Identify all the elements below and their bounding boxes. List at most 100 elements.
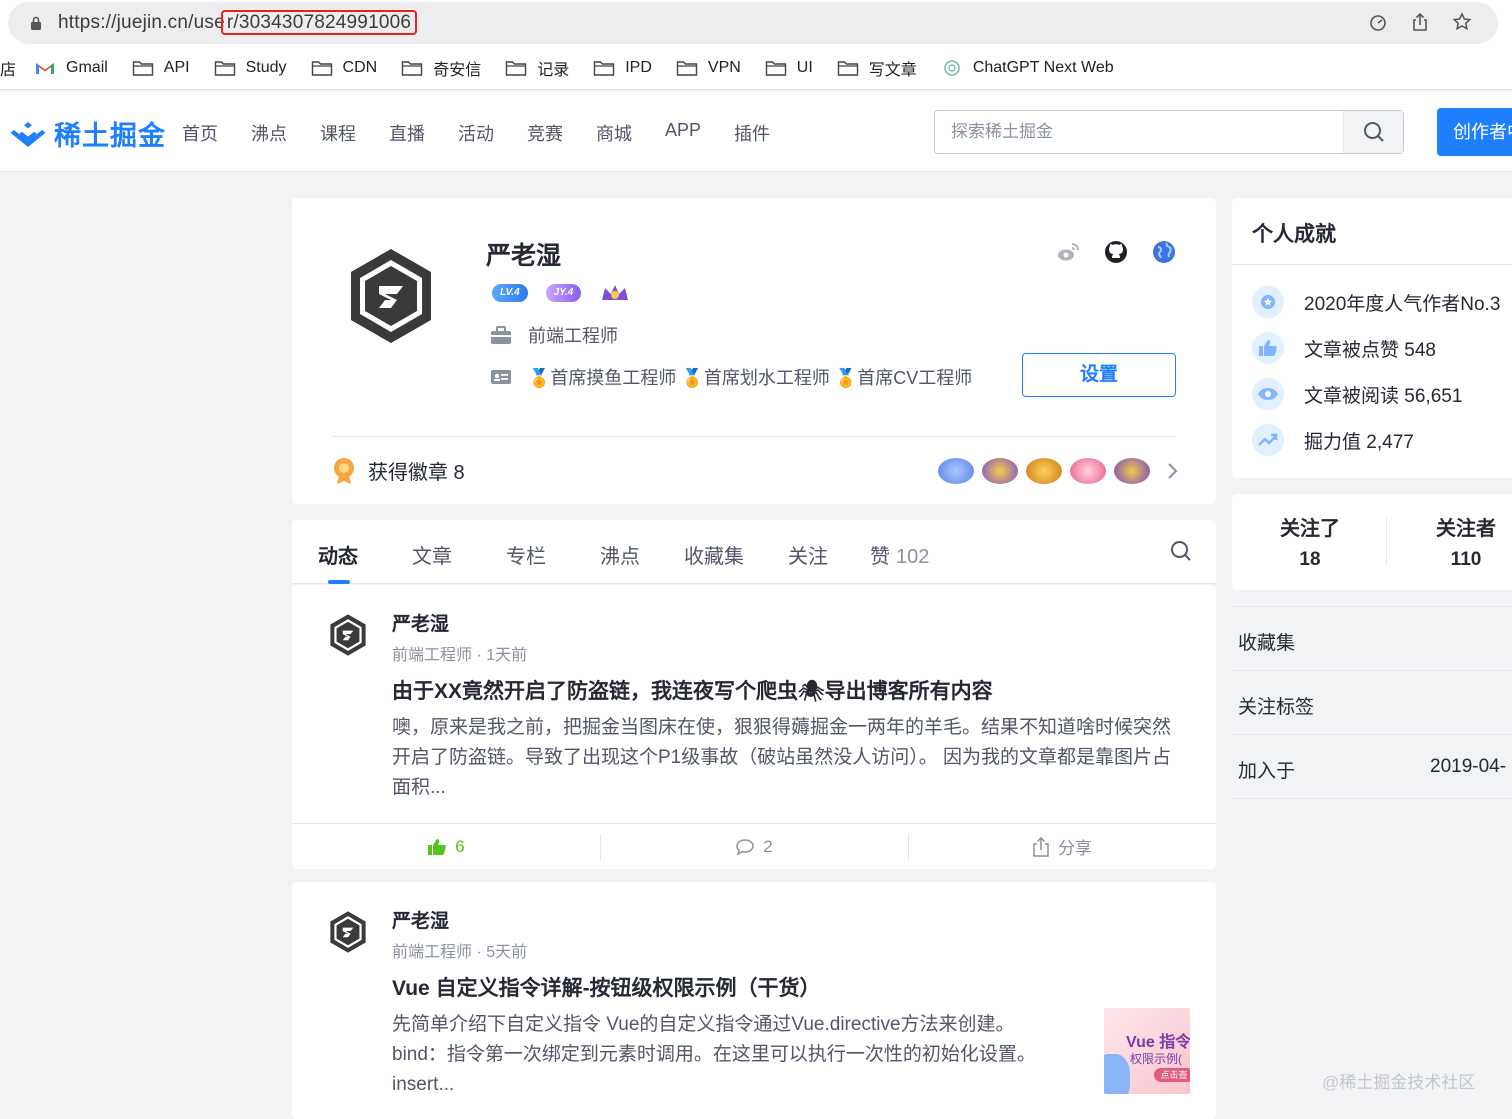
collections-link[interactable]: 收藏集 — [1238, 628, 1295, 655]
profile-card: 严老湿 LV.4 JY.4 前端工程师 🏅首席摸鱼工程师 🏅首席划水工程师 🏅首… — [292, 198, 1216, 504]
tab-articles[interactable]: 文章 — [412, 540, 452, 569]
achievements-card: 个人成就 2020年度人气作者No.3 文章被点赞 548 文章被阅读 56,6… — [1232, 198, 1512, 478]
avatar[interactable] — [328, 613, 368, 657]
share-button[interactable]: 分享 — [908, 824, 1216, 869]
nav-live[interactable]: 直播 — [389, 120, 425, 146]
creator-center-button[interactable]: 创作者中心 — [1437, 108, 1512, 156]
nav-home[interactable]: 首页 — [182, 120, 218, 146]
feed-item[interactable]: 严老湿 前端工程师 · 1天前 由于XX竟然开启了防盗链，我连夜写个爬虫🕷导出博… — [292, 585, 1216, 869]
author-name[interactable]: 严老湿 — [392, 906, 449, 933]
badge-icon — [334, 457, 354, 484]
tab-pins[interactable]: 沸点 — [600, 540, 640, 569]
bookmark-folder[interactable]: 写文章 — [837, 56, 917, 80]
tab-collections[interactable]: 收藏集 — [684, 540, 744, 569]
tab-likes[interactable]: 赞 102 — [870, 540, 929, 569]
search-icon — [1363, 122, 1384, 142]
star-icon[interactable] — [1452, 12, 1472, 32]
bookmark-item[interactable]: 店 — [0, 56, 16, 80]
nav-app[interactable]: APP — [665, 120, 701, 146]
search-icon[interactable] — [1170, 540, 1192, 562]
active-tab-indicator — [328, 580, 350, 584]
nav-courses[interactable]: 课程 — [320, 120, 356, 146]
jy-badge[interactable]: JY.4 — [545, 284, 582, 302]
level-badges: LV.4 JY.4 — [492, 282, 631, 304]
juejin-logo[interactable]: 稀土掘金 — [10, 114, 166, 153]
folder-icon — [594, 60, 615, 76]
achievement-text: 文章被点赞 548 — [1304, 339, 1436, 361]
achievement-item: 掘力值 2,477 — [1252, 424, 1414, 456]
article-abstract[interactable]: 噢，原来是我之前，把掘金当图床在使，狠狠得薅掘金一两年的羊毛。结果不知道啥时候突… — [392, 713, 1172, 803]
achievement-item: 文章被点赞 548 — [1252, 332, 1436, 364]
eye-icon — [1252, 378, 1284, 410]
divider — [1232, 606, 1512, 607]
divider — [1232, 798, 1512, 799]
weibo-icon[interactable] — [1056, 240, 1080, 264]
nav-plugins[interactable]: 插件 — [734, 120, 770, 146]
logo-text: 稀土掘金 — [54, 121, 166, 151]
search-input[interactable] — [935, 111, 1343, 153]
profile-name: 严老湿 — [486, 242, 562, 270]
tab-following[interactable]: 关注 — [788, 540, 828, 569]
badge-list[interactable] — [938, 458, 1150, 484]
bookmark-folder[interactable]: IPD — [593, 59, 652, 77]
bookmark-folder[interactable]: UI — [765, 59, 813, 77]
thumbs-up-icon — [1252, 332, 1284, 364]
nav-pins[interactable]: 沸点 — [251, 120, 287, 146]
address-field[interactable]: https://juejin.cn/use r/3034307824991006 — [8, 2, 1498, 44]
bookmark-gmail[interactable]: Gmail — [34, 59, 108, 77]
divider — [1232, 734, 1512, 735]
tab-likes-count: 102 — [896, 546, 930, 568]
like-button[interactable]: 6 — [292, 824, 600, 869]
article-title[interactable]: Vue 自定义指令详解-按钮级权限示例（干货） — [392, 972, 821, 1002]
avatar[interactable] — [328, 910, 368, 954]
search-box — [934, 110, 1404, 154]
author-name[interactable]: 严老湿 — [392, 609, 449, 636]
main-nav: 首页 沸点 课程 直播 活动 竞赛 商城 APP 插件 — [182, 120, 803, 146]
url-highlight: r/3034307824991006 — [220, 10, 418, 35]
bookmark-folder[interactable]: Study — [214, 59, 287, 77]
crown-badge-icon[interactable] — [599, 282, 631, 304]
id-card-icon — [491, 370, 511, 384]
comment-button[interactable]: 2 — [600, 824, 908, 869]
tab-columns[interactable]: 专栏 — [506, 540, 546, 569]
bookmark-folder[interactable]: API — [132, 59, 190, 77]
article-title[interactable]: 由于XX竟然开启了防盗链，我连夜写个爬虫🕷导出博客所有内容 — [392, 675, 993, 705]
like-count: 6 — [455, 836, 465, 856]
bookmarks-bar: 店 Gmail API Study CDN 奇安信 记录 IPD VPN UI … — [0, 46, 1512, 90]
chevron-right-icon[interactable] — [1166, 462, 1178, 480]
author-meta: 前端工程师 · 5天前 — [392, 944, 528, 961]
browser-url-bar: https://juejin.cn/use r/3034307824991006 — [0, 0, 1512, 46]
settings-button[interactable]: 设置 — [1022, 353, 1176, 397]
folder-icon — [214, 60, 235, 76]
search-button[interactable] — [1343, 111, 1403, 153]
github-icon[interactable] — [1104, 240, 1128, 264]
titles-row: 🏅首席摸鱼工程师 🏅首席划水工程师 🏅首席CV工程师 — [490, 364, 972, 390]
share-icon[interactable] — [1410, 12, 1430, 32]
level-badge[interactable]: LV.4 — [492, 284, 528, 302]
follow-stats-card: 关注了 18 关注者 110 — [1232, 494, 1512, 590]
followers-stat[interactable]: 关注者 110 — [1396, 512, 1512, 571]
badge-thumb — [938, 458, 974, 484]
share-icon — [1033, 836, 1049, 857]
earned-badges[interactable]: 获得徽章 8 — [332, 456, 465, 485]
nav-events[interactable]: 活动 — [458, 120, 494, 146]
following-stat[interactable]: 关注了 18 — [1240, 512, 1380, 571]
bookmark-folder[interactable]: CDN — [311, 59, 377, 77]
article-abstract[interactable]: 先简单介绍下自定义指令 Vue的自定义指令通过Vue.directive方法来创… — [392, 1010, 1072, 1100]
nav-contests[interactable]: 竞赛 — [527, 120, 563, 146]
followed-tags-link[interactable]: 关注标签 — [1238, 692, 1314, 719]
bookmark-chatgpt[interactable]: ChatGPT Next Web — [941, 59, 1114, 77]
bookmark-folder[interactable]: 奇安信 — [401, 56, 481, 80]
feed-item[interactable]: 严老湿 前端工程师 · 5天前 Vue 自定义指令详解-按钮级权限示例（干货） … — [292, 882, 1216, 1119]
bookmark-folder[interactable]: VPN — [676, 59, 741, 77]
bookmark-folder[interactable]: 记录 — [505, 56, 569, 80]
avatar — [351, 249, 431, 343]
globe-icon[interactable] — [1152, 240, 1176, 264]
performance-icon[interactable] — [1368, 12, 1388, 32]
tab-activity[interactable]: 动态 — [318, 540, 358, 569]
profile-tabs: 动态 文章 专栏 沸点 收藏集 关注 赞 102 — [292, 520, 1216, 584]
comment-count: 2 — [763, 836, 773, 856]
author-meta: 前端工程师 · 1天前 — [392, 647, 528, 664]
nav-shop[interactable]: 商城 — [596, 120, 632, 146]
article-cover-image[interactable]: Vue 指令 权限示例( 点击查 — [1104, 1008, 1190, 1094]
